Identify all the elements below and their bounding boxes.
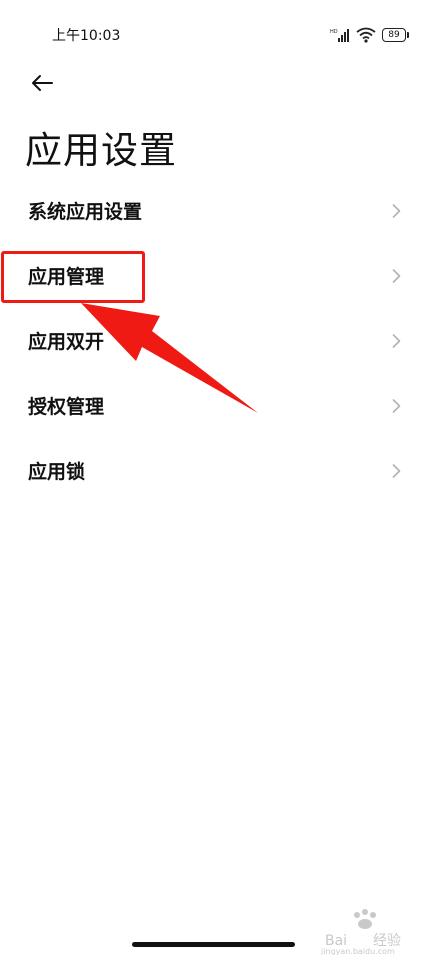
menu-item-label: 系统应用设置	[28, 201, 143, 223]
battery-indicator: 89	[382, 28, 409, 42]
menu-item-system-app-settings[interactable]: 系统应用设置	[0, 178, 429, 243]
home-indicator-bar[interactable]	[132, 942, 295, 947]
watermark-logo: Bai 经验 jingyan.baidu.com	[320, 909, 401, 955]
arrow-left-icon	[32, 75, 53, 91]
svg-text:HD: HD	[330, 29, 338, 35]
menu-item-dual-apps[interactable]: 应用双开	[0, 308, 429, 373]
chevron-right-icon	[392, 268, 401, 283]
chevron-right-icon	[392, 398, 401, 413]
signal-icon: HD	[330, 29, 349, 42]
annotation-highlight-box	[1, 251, 145, 303]
menu-item-label: 应用双开	[28, 331, 105, 353]
wifi-icon	[356, 27, 376, 43]
status-icons: HD 89	[330, 25, 409, 45]
menu-item-label: 应用锁	[28, 461, 86, 483]
status-time: 上午10:03	[52, 28, 121, 44]
chevron-right-icon	[392, 463, 401, 478]
svg-text:jingyan.baidu.com: jingyan.baidu.com	[320, 947, 395, 955]
status-bar: 上午10:03 HD 89	[0, 0, 429, 70]
chevron-right-icon	[392, 203, 401, 218]
settings-menu-list: 系统应用设置 应用管理 应用双开 授权管理 应用锁	[0, 178, 429, 503]
page-title: 应用设置	[25, 129, 177, 172]
back-button[interactable]	[24, 68, 60, 98]
chevron-right-icon	[392, 333, 401, 348]
menu-item-app-lock[interactable]: 应用锁	[0, 438, 429, 503]
menu-item-permissions[interactable]: 授权管理	[0, 373, 429, 438]
menu-item-label: 授权管理	[28, 396, 105, 418]
